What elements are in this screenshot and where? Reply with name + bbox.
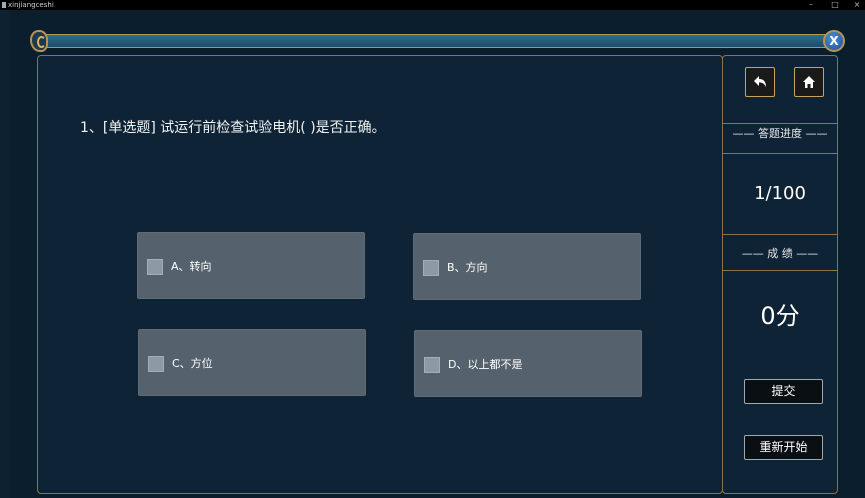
minimize-button[interactable]: – xyxy=(804,0,818,10)
window-titlebar: xinjiangceshi – □ × xyxy=(0,0,865,10)
progress-heading: —— 答题进度 —— xyxy=(732,127,828,140)
option-d-checkbox[interactable] xyxy=(424,357,440,373)
home-button[interactable] xyxy=(794,67,824,97)
score-value: 0分 xyxy=(760,302,800,330)
option-c-checkbox[interactable] xyxy=(148,356,164,372)
option-d[interactable]: D、以上都不是 xyxy=(414,330,642,397)
back-button[interactable] xyxy=(745,67,775,97)
progress-value: 1/100 xyxy=(754,183,806,204)
score-heading: —— 成 绩 —— xyxy=(741,247,819,260)
side-divider xyxy=(723,153,837,154)
option-b-label: B、方向 xyxy=(447,261,488,274)
side-panel xyxy=(722,55,838,494)
panel-close-button[interactable]: X xyxy=(823,30,845,52)
option-d-label: D、以上都不是 xyxy=(448,358,523,371)
back-arrow-icon xyxy=(754,76,766,87)
option-c[interactable]: C、方位 xyxy=(138,329,366,396)
maximize-button[interactable]: □ xyxy=(828,0,842,10)
submit-button[interactable]: 提交 xyxy=(744,379,823,404)
side-divider xyxy=(723,270,837,271)
side-divider xyxy=(723,123,837,124)
option-a-label: A、转向 xyxy=(171,260,212,273)
app-icon xyxy=(2,2,6,8)
top-title-bar xyxy=(42,34,830,48)
home-icon xyxy=(803,76,815,88)
option-a-checkbox[interactable] xyxy=(147,259,163,275)
option-b[interactable]: B、方向 xyxy=(413,233,641,300)
question-text: 1、[单选题] 试运行前检查试验电机( )是否正确。 xyxy=(80,120,386,136)
option-c-label: C、方位 xyxy=(172,357,213,370)
option-b-checkbox[interactable] xyxy=(423,260,439,276)
ornament-icon xyxy=(30,30,48,52)
window-close-button[interactable]: × xyxy=(850,0,864,10)
side-divider xyxy=(723,234,837,235)
restart-button[interactable]: 重新开始 xyxy=(744,435,823,460)
option-a[interactable]: A、转向 xyxy=(137,232,365,299)
window-title: xinjiangceshi xyxy=(8,1,54,9)
